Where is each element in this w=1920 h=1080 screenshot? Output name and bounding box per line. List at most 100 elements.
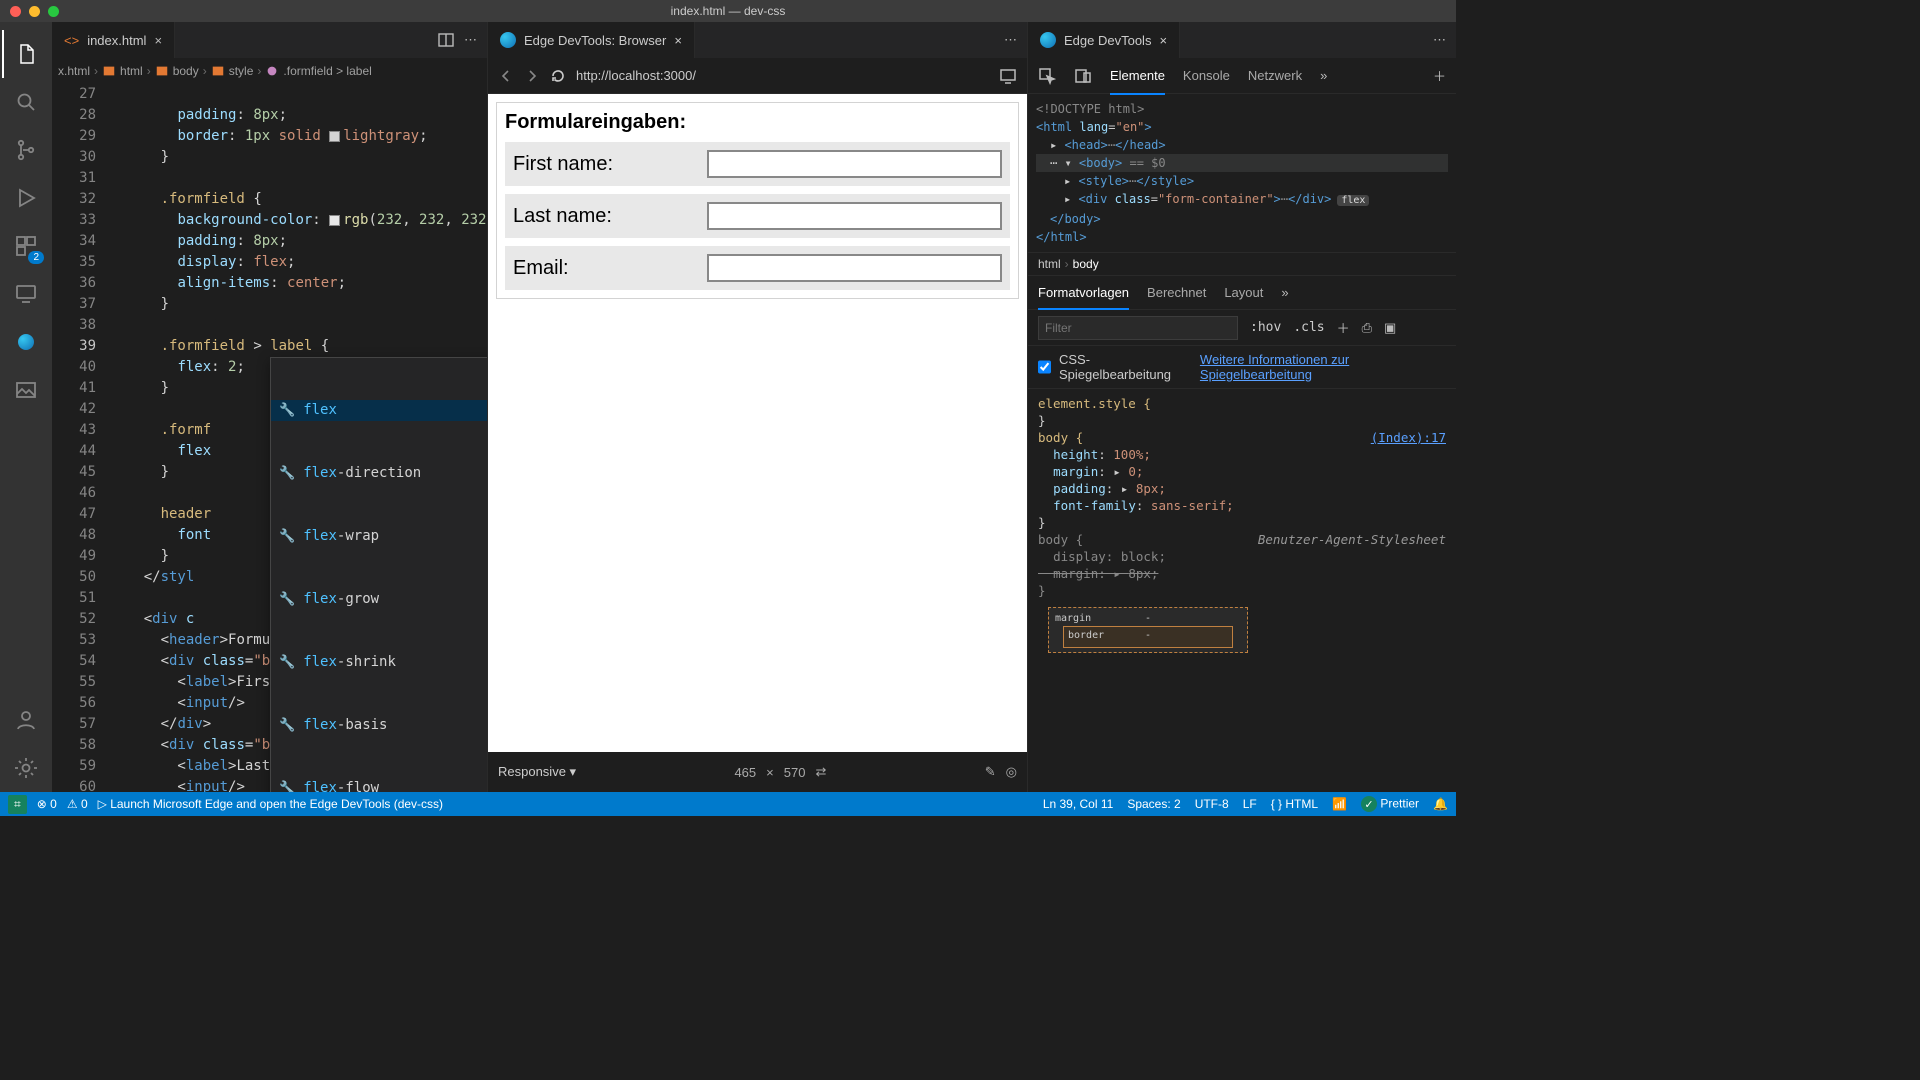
source-control-icon[interactable] <box>2 126 50 174</box>
viewport-mode[interactable]: Responsive ▾ <box>498 764 576 780</box>
launch-task[interactable]: ▷ Launch Microsoft Edge and open the Edg… <box>98 797 443 811</box>
label: Last name: <box>513 205 707 228</box>
formfield-firstname: First name: <box>505 142 1010 186</box>
search-icon[interactable] <box>2 78 50 126</box>
code-editor[interactable]: 2728293031323334353637383940414243444546… <box>52 84 487 792</box>
explorer-icon[interactable] <box>2 30 50 78</box>
browser-tab-label: Edge DevTools: Browser <box>524 33 666 48</box>
browser-tab[interactable]: Edge DevTools: Browser × <box>488 22 695 58</box>
browser-tab-bar: Edge DevTools: Browser × ⋯ <box>488 22 1027 58</box>
viewport-width[interactable]: 465 <box>734 765 756 780</box>
suggest-item[interactable]: 🔧flex-direction <box>271 463 487 484</box>
inspect-element-icon[interactable] <box>1038 67 1056 85</box>
rotate-icon[interactable]: ⇄ <box>815 764 826 780</box>
styles-tab-layout[interactable]: Layout <box>1224 285 1263 300</box>
editor-tab-bar: <> index.html × ⋯ <box>52 22 487 58</box>
toggle-pane-icon[interactable]: ▣ <box>1384 320 1396 336</box>
prettier-status[interactable]: ✓ Prettier <box>1361 796 1419 812</box>
css-mirror-link[interactable]: Weitere Informationen zur Spiegelbearbei… <box>1200 352 1446 382</box>
tab-filename: index.html <box>87 33 146 48</box>
dom-path[interactable]: html›body <box>1028 252 1456 276</box>
cursor-position[interactable]: Ln 39, Col 11 <box>1043 797 1114 811</box>
settings-gear-icon[interactable] <box>2 744 50 792</box>
device-toggle-icon[interactable] <box>1074 67 1092 85</box>
elements-tree[interactable]: <!DOCTYPE html> <html lang="en"> ▸ <head… <box>1028 94 1456 252</box>
account-icon[interactable] <box>2 696 50 744</box>
run-debug-icon[interactable] <box>2 174 50 222</box>
errors-count[interactable]: ⊗ 0 <box>37 797 57 811</box>
devtools-tab[interactable]: Edge DevTools × <box>1028 22 1180 58</box>
encoding[interactable]: UTF-8 <box>1195 797 1229 811</box>
eol[interactable]: LF <box>1243 797 1257 811</box>
suggest-item[interactable]: 🔧flex-shrink <box>271 652 487 673</box>
indent-setting[interactable]: Spaces: 2 <box>1127 797 1180 811</box>
css-mirror-row: CSS-Spiegelbearbeitung Weitere Informati… <box>1028 346 1456 389</box>
title-bar: index.html — dev-css <box>0 0 1456 22</box>
extensions-icon[interactable] <box>2 222 50 270</box>
device-icon[interactable]: ⎙ <box>1362 320 1372 336</box>
more-tabs-icon[interactable]: » <box>1320 68 1327 83</box>
form-header: Formulareingaben: <box>505 111 1010 134</box>
go-live-icon[interactable]: 📶 <box>1332 797 1347 811</box>
devtools-panel: Edge DevTools × ⋯ Elemente Konsole Netzw… <box>1028 22 1456 792</box>
css-mirror-checkbox[interactable] <box>1038 360 1051 374</box>
suggest-item[interactable]: 🔧flex-flow <box>271 778 487 792</box>
new-rule-icon[interactable]: ＋ <box>1337 318 1350 337</box>
notification-bell-icon[interactable]: 🔔 <box>1433 797 1448 811</box>
styles-tab-berechnet[interactable]: Berechnet <box>1147 285 1206 300</box>
back-icon[interactable] <box>498 68 514 84</box>
remote-explorer-icon[interactable] <box>2 270 50 318</box>
css-mirror-label: CSS-Spiegelbearbeitung <box>1059 352 1192 382</box>
styles-tab-formatvorlagen[interactable]: Formatvorlagen <box>1038 285 1129 310</box>
hov-toggle[interactable]: :hov <box>1250 320 1281 335</box>
browser-statusbar: Responsive ▾ 465 × 570 ⇄ ✎ ◎ <box>488 752 1027 792</box>
autocomplete-popup[interactable]: 🔧flex 🔧flex-direction 🔧flex-wrap 🔧flex-g… <box>270 357 487 792</box>
tool-tab-netzwerk[interactable]: Netzwerk <box>1248 68 1302 83</box>
breadcrumbs[interactable]: x.html › html › body › style › .formfiel… <box>52 58 487 84</box>
styles-tabs: Formatvorlagen Berechnet Layout » <box>1028 276 1456 310</box>
devtools-actions[interactable]: ⋯ <box>1433 32 1456 48</box>
eyedropper-icon[interactable]: ✎ <box>985 764 996 780</box>
browser-toolbar: http://localhost:3000/ <box>488 58 1027 94</box>
tool-tab-elemente[interactable]: Elemente <box>1110 68 1165 95</box>
code-content[interactable]: padding: 8px; border: 1px solid lightgra… <box>110 84 487 792</box>
close-tab-icon[interactable]: × <box>674 33 682 48</box>
label: Email: <box>513 257 707 280</box>
html-file-icon: <> <box>64 33 79 48</box>
forward-icon[interactable] <box>524 68 540 84</box>
reload-icon[interactable] <box>550 68 566 84</box>
lastname-input[interactable] <box>707 202 1002 230</box>
browser-viewport: Formulareingaben: First name: Last name:… <box>488 94 1027 752</box>
inspect-icon[interactable]: ◎ <box>1006 764 1017 780</box>
cls-toggle[interactable]: .cls <box>1293 320 1324 335</box>
suggest-item[interactable]: 🔧flex-basis <box>271 715 487 736</box>
styles-pane[interactable]: element.style { } body {(Index):17 heigh… <box>1028 389 1456 792</box>
browser-tab-actions[interactable]: ⋯ <box>1004 32 1027 48</box>
viewport-height[interactable]: 570 <box>784 765 806 780</box>
suggest-item[interactable]: 🔧flex-grow <box>271 589 487 610</box>
remote-indicator[interactable]: ⌗ <box>8 795 27 814</box>
suggest-item[interactable]: 🔧flex-wrap <box>271 526 487 547</box>
tool-tab-konsole[interactable]: Konsole <box>1183 68 1230 83</box>
styles-filter-input[interactable] <box>1038 316 1238 340</box>
main-layout: <> index.html × ⋯ x.html › html › body ›… <box>0 22 1456 792</box>
edge-tools-icon[interactable] <box>2 318 50 366</box>
box-model[interactable]: margin - border- <box>1048 607 1248 653</box>
add-tab-icon[interactable]: ＋ <box>1433 66 1446 85</box>
warnings-count[interactable]: ⚠ 0 <box>67 797 88 811</box>
browser-panel: Edge DevTools: Browser × ⋯ http://localh… <box>488 22 1028 792</box>
screencast-icon[interactable] <box>999 67 1017 85</box>
firstname-input[interactable] <box>707 150 1002 178</box>
close-tab-icon[interactable]: × <box>1159 33 1167 48</box>
url-bar[interactable]: http://localhost:3000/ <box>576 68 696 83</box>
close-tab-icon[interactable]: × <box>154 33 162 48</box>
editor-tab[interactable]: <> index.html × <box>52 22 175 58</box>
more-icon[interactable]: » <box>1281 285 1288 300</box>
email-input[interactable] <box>707 254 1002 282</box>
language-mode[interactable]: { } HTML <box>1271 797 1318 811</box>
more-actions-icon[interactable]: ⋯ <box>464 32 477 48</box>
split-editor-icon[interactable] <box>438 32 454 48</box>
suggest-item[interactable]: 🔧flex <box>271 400 487 421</box>
image-icon[interactable] <box>2 366 50 414</box>
devtools-toolbar: Elemente Konsole Netzwerk » ＋ <box>1028 58 1456 94</box>
